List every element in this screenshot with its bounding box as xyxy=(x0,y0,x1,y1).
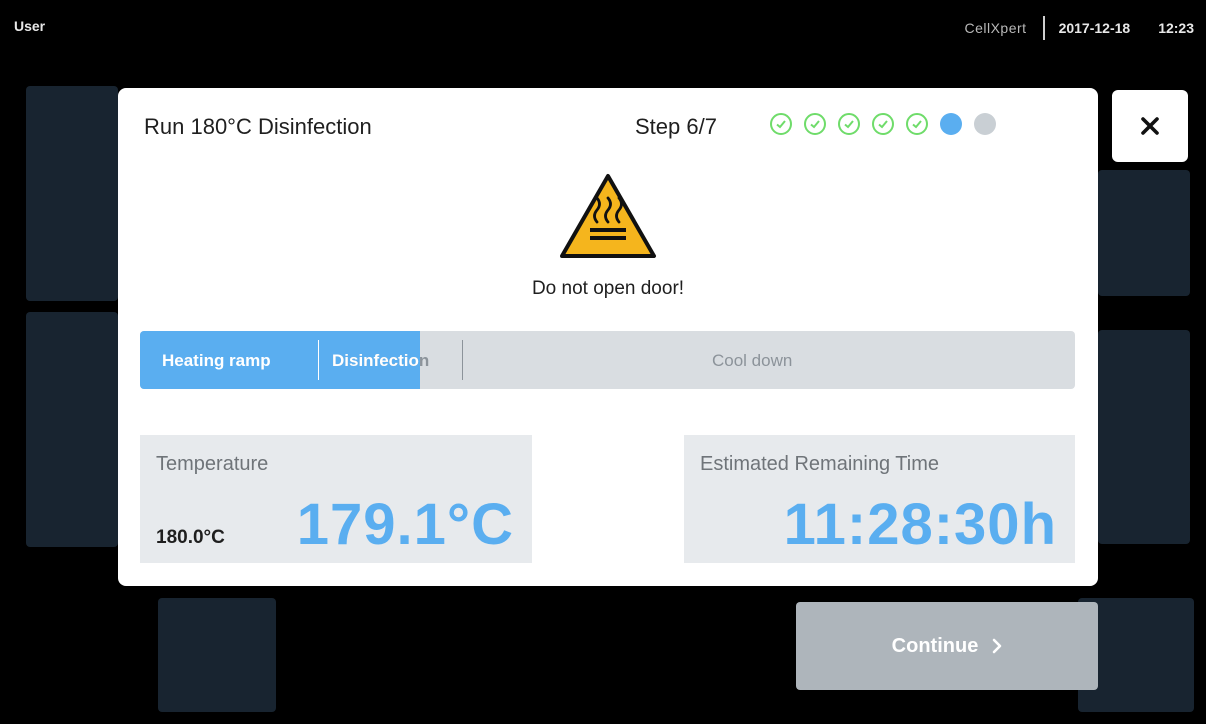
background-tile-co2 xyxy=(26,312,118,547)
hot-surface-warning-icon xyxy=(560,174,656,258)
remaining-time-value: 11:28:30h xyxy=(783,492,1057,557)
phase-heating-ramp: Heating ramp xyxy=(162,351,271,370)
close-icon xyxy=(1141,117,1159,135)
step-5-complete-icon xyxy=(906,113,928,135)
phase-progress-bar: Heating ramp Disinfection Disinfection C… xyxy=(140,331,1075,389)
disinfection-dialog: Run 180°C Disinfection Step 6/7 Do not o… xyxy=(118,88,1098,586)
background-tile-right-bottom xyxy=(1098,330,1190,544)
step-2-complete-icon xyxy=(804,113,826,135)
step-7-pending-icon xyxy=(974,113,996,135)
phase-cool-down: Cool down xyxy=(712,351,793,370)
temperature-label: Temperature xyxy=(156,453,269,475)
status-time: 12:23 xyxy=(1158,20,1194,36)
step-progress xyxy=(770,113,1008,135)
status-bar: User CellXpert 2017-12-18 12:23 xyxy=(0,0,1206,54)
brand-label: CellXpert xyxy=(964,20,1027,36)
step-6-current-icon xyxy=(940,113,962,135)
chevron-right-icon xyxy=(993,638,1002,654)
remaining-time-label: Estimated Remaining Time xyxy=(700,453,939,475)
step-label: Step 6/7 xyxy=(635,114,717,139)
step-1-complete-icon xyxy=(770,113,792,135)
status-date: 2017-12-18 xyxy=(1058,20,1131,36)
background-back-button xyxy=(158,598,276,712)
continue-button[interactable]: Continue xyxy=(796,602,1098,690)
warning-message: Do not open door! xyxy=(531,278,685,299)
temperature-setpoint: 180.0°C xyxy=(156,527,225,548)
dialog-title: Run 180°C Disinfection xyxy=(144,114,372,139)
remaining-time-panel: Estimated Remaining Time 11:28:30h xyxy=(684,435,1075,563)
phase-divider xyxy=(318,340,319,380)
step-3-complete-icon xyxy=(838,113,860,135)
step-4-complete-icon xyxy=(872,113,894,135)
temperature-panel: Temperature 180.0°C 179.1°C xyxy=(140,435,532,563)
background-tile-temperature xyxy=(26,86,118,301)
temperature-value: 179.1°C xyxy=(296,492,514,557)
user-label: User xyxy=(14,18,46,34)
close-button[interactable] xyxy=(1112,90,1188,162)
continue-label: Continue xyxy=(891,634,979,657)
background-tile-right-top xyxy=(1098,170,1190,296)
status-right-group: CellXpert 2017-12-18 12:23 xyxy=(964,16,1194,40)
status-divider xyxy=(1042,16,1045,40)
phase-disinfection: Disinfection Disinfection xyxy=(332,351,430,370)
phase-divider xyxy=(462,340,463,380)
